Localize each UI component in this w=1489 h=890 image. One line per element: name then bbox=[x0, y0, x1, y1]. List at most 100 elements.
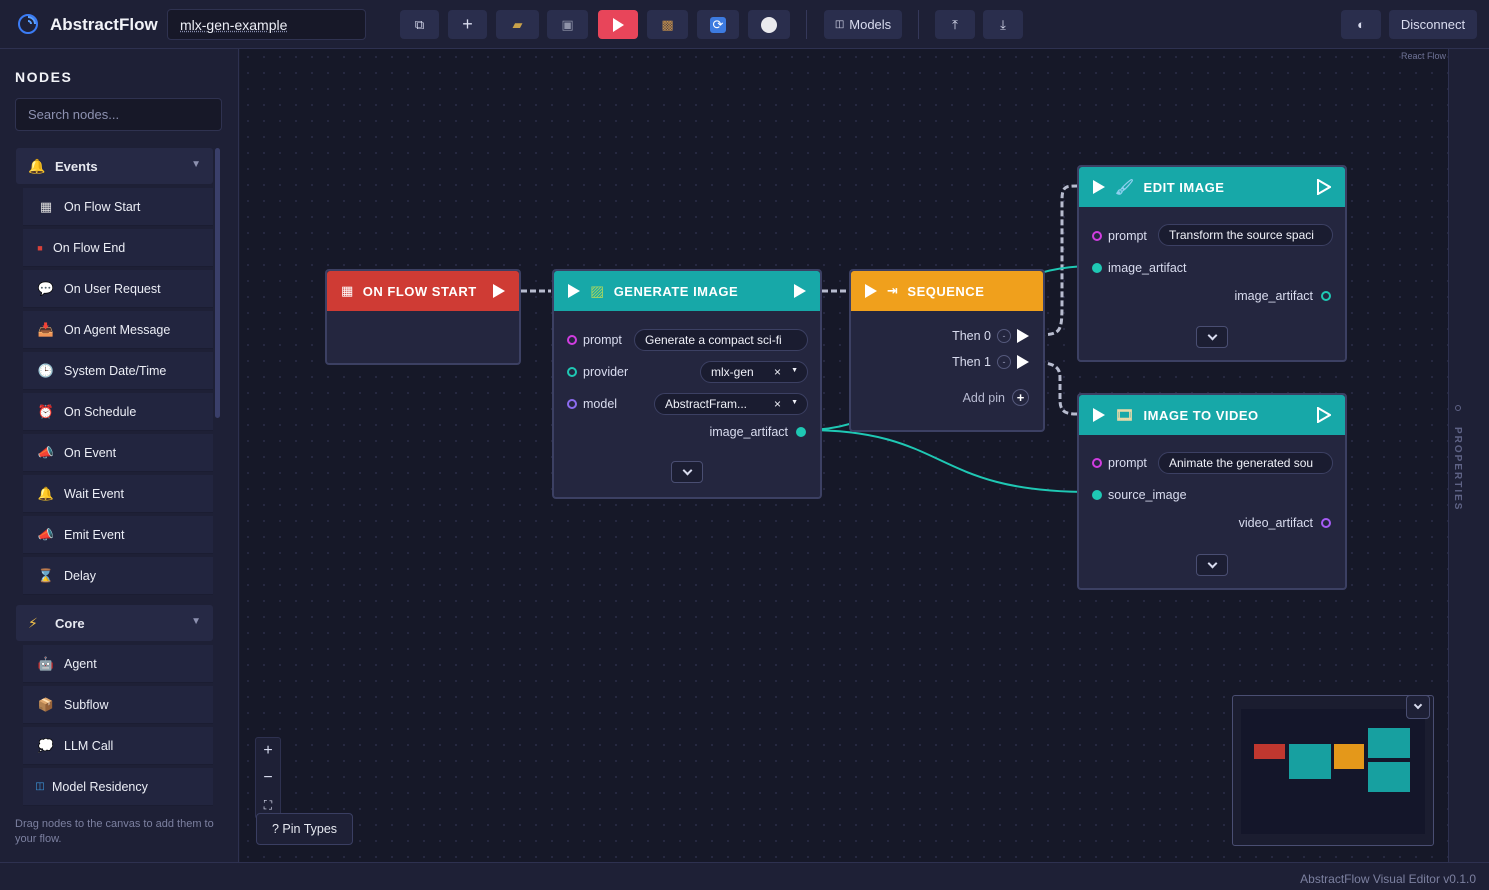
plus-icon: + bbox=[263, 742, 273, 759]
node-title: IMAGE TO VIDEO bbox=[1143, 407, 1259, 423]
status-bar: AbstractFlow Visual Editor v0.1.0 bbox=[0, 862, 1489, 890]
exec-in-pin[interactable] bbox=[1093, 180, 1105, 194]
prompt-field[interactable]: Transform the source spaci bbox=[1158, 224, 1333, 246]
expand-button[interactable] bbox=[671, 461, 703, 483]
exec-out-pin[interactable] bbox=[1017, 355, 1029, 369]
clear-icon[interactable]: × bbox=[774, 397, 781, 411]
string-pin[interactable] bbox=[1092, 458, 1102, 468]
plus-icon[interactable]: + bbox=[1012, 389, 1029, 406]
open-button[interactable]: ▰ bbox=[496, 10, 539, 39]
palette-item-delay[interactable]: ⌛ Delay bbox=[23, 557, 213, 595]
prompt-field[interactable]: Animate the generated sou bbox=[1158, 452, 1333, 474]
palette-item-model-residency[interactable]: ◫ Model Residency bbox=[23, 768, 213, 806]
add-pin-row[interactable]: Add pin + bbox=[963, 389, 1029, 406]
palette-item-system-date-time[interactable]: 🕒 System Date/Time bbox=[23, 352, 213, 390]
palette-item-on-agent-message[interactable]: 📥 On Agent Message bbox=[23, 311, 213, 349]
export-button[interactable]: ⤒ bbox=[935, 10, 975, 39]
category-events[interactable]: 🔔 Events ▼ bbox=[16, 148, 213, 184]
palette-item-on-user-request[interactable]: 💬 On User Request bbox=[23, 270, 213, 308]
remove-pin-button[interactable]: - bbox=[997, 329, 1011, 343]
output-then-1: Then 1 - bbox=[952, 355, 1029, 369]
exec-out-pin[interactable] bbox=[794, 284, 806, 298]
artifact-pin[interactable] bbox=[1092, 490, 1102, 500]
expand-button[interactable] bbox=[1196, 554, 1228, 576]
flow-name-input[interactable]: mlx-gen-example bbox=[167, 9, 366, 40]
minimap-toggle-button[interactable] bbox=[1406, 695, 1430, 719]
import-button[interactable]: ⤓ bbox=[983, 10, 1023, 39]
exec-in-pin[interactable] bbox=[865, 284, 877, 298]
string-pin[interactable] bbox=[1092, 231, 1102, 241]
prompt-field[interactable]: Generate a compact sci-fi bbox=[634, 329, 808, 351]
output-image-artifact: image_artifact bbox=[709, 425, 806, 439]
exec-out-pin[interactable] bbox=[1317, 179, 1331, 195]
palette-item-on-schedule[interactable]: ⏰ On Schedule bbox=[23, 393, 213, 431]
input-source-image: source_image bbox=[1092, 488, 1187, 502]
pin-label: prompt bbox=[583, 333, 622, 347]
palette-scrollbar[interactable] bbox=[215, 148, 220, 418]
clear-icon[interactable]: × bbox=[774, 365, 781, 379]
zoom-out-button[interactable]: − bbox=[256, 765, 280, 791]
expand-button[interactable] bbox=[1196, 326, 1228, 348]
caret-down-icon: ▼ bbox=[191, 159, 201, 170]
video-pin[interactable] bbox=[1321, 518, 1331, 528]
model-pin[interactable] bbox=[567, 399, 577, 409]
palette-item-on-event[interactable]: 📣 On Event bbox=[23, 434, 213, 472]
provider-pin[interactable] bbox=[567, 367, 577, 377]
node-edit-image[interactable]: 🖌 EDIT IMAGE prompt Transform the source… bbox=[1077, 165, 1347, 362]
history-button[interactable] bbox=[748, 10, 790, 39]
app-title: AbstractFlow bbox=[50, 15, 158, 34]
exec-in-pin[interactable] bbox=[568, 284, 580, 298]
megaphone-icon: 📣 bbox=[37, 444, 55, 460]
run-button[interactable] bbox=[598, 10, 638, 39]
artifact-pin[interactable] bbox=[1321, 291, 1331, 301]
pin-types-button[interactable]: ? Pin Types bbox=[256, 813, 353, 845]
speech-bubble-icon: 💬 bbox=[37, 280, 55, 296]
save-button[interactable]: ▣ bbox=[547, 10, 588, 39]
node-on-flow-start[interactable]: ▦ ON FLOW START bbox=[325, 269, 521, 365]
pin-label: Then 0 bbox=[952, 329, 991, 343]
app-logo-icon bbox=[18, 14, 38, 34]
search-nodes-input[interactable]: Search nodes... bbox=[15, 98, 222, 131]
theme-toggle-button[interactable]: ◐ bbox=[1341, 10, 1381, 39]
disconnect-button[interactable]: Disconnect bbox=[1389, 10, 1477, 39]
item-label: Model Residency bbox=[52, 779, 148, 794]
palette-item-wait-event[interactable]: 🔔 Wait Event bbox=[23, 475, 213, 513]
category-core[interactable]: ⚡ Core ▼ bbox=[16, 605, 213, 641]
remove-pin-button[interactable]: - bbox=[997, 355, 1011, 369]
toolbar-divider bbox=[918, 10, 919, 39]
node-generate-image[interactable]: ▨ GENERATE IMAGE prompt Generate a compa… bbox=[552, 269, 822, 499]
package-button[interactable]: ▩ bbox=[647, 10, 688, 39]
picture-icon: ▨ bbox=[590, 283, 605, 300]
zoom-in-button[interactable]: + bbox=[256, 738, 280, 764]
node-image-to-video[interactable]: 🎞 IMAGE TO VIDEO prompt Animate the gene… bbox=[1077, 393, 1347, 590]
duplicate-button[interactable]: ⧉ bbox=[400, 10, 439, 39]
palette-item-emit-event[interactable]: 📣 Emit Event bbox=[23, 516, 213, 554]
paintbrush-icon: 🖌 bbox=[1115, 179, 1135, 196]
select-value: mlx-gen bbox=[711, 365, 754, 379]
add-pin-label: Add pin bbox=[962, 390, 1005, 405]
node-sequence[interactable]: ⇥ SEQUENCE Then 0 - Then 1 - Add pin + bbox=[849, 269, 1045, 432]
react-flow-attribution[interactable]: React Flow bbox=[1401, 51, 1446, 61]
minus-icon: − bbox=[263, 769, 273, 786]
string-pin[interactable] bbox=[567, 335, 577, 345]
model-select[interactable]: AbstractFram... × ▼ bbox=[654, 393, 808, 415]
models-label: Models bbox=[849, 17, 892, 32]
new-flow-button[interactable]: + bbox=[448, 10, 487, 39]
input-prompt: prompt bbox=[567, 333, 622, 347]
exec-in-pin[interactable] bbox=[1093, 408, 1105, 422]
provider-select[interactable]: mlx-gen × ▼ bbox=[700, 361, 808, 383]
minimap[interactable] bbox=[1232, 695, 1434, 846]
artifact-pin[interactable] bbox=[1092, 263, 1102, 273]
palette-item-on-flow-start[interactable]: ▦ On Flow Start bbox=[23, 188, 213, 226]
item-label: LLM Call bbox=[64, 738, 114, 753]
artifact-pin[interactable] bbox=[796, 427, 806, 437]
exec-out-pin[interactable] bbox=[493, 284, 505, 298]
exec-out-pin[interactable] bbox=[1317, 407, 1331, 423]
palette-item-llm-call[interactable]: 💭 LLM Call bbox=[23, 727, 213, 765]
refresh-button[interactable]: ⟳ bbox=[697, 10, 739, 39]
models-button[interactable]: ◫ Models bbox=[824, 10, 902, 39]
palette-item-on-flow-end[interactable]: ■ On Flow End bbox=[23, 229, 213, 267]
palette-item-agent[interactable]: 🤖 Agent bbox=[23, 645, 213, 683]
exec-out-pin[interactable] bbox=[1017, 329, 1029, 343]
palette-item-subflow[interactable]: 📦 Subflow bbox=[23, 686, 213, 724]
